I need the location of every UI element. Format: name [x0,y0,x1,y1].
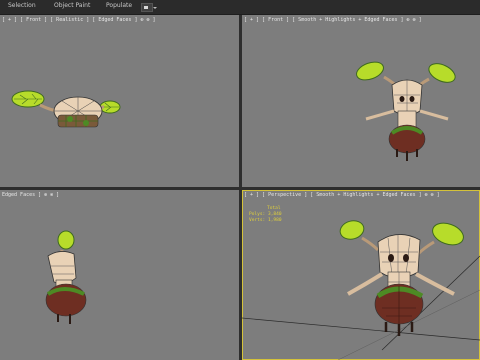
viewport-top-right[interactable]: [ + ] [ Front ] [ Smooth + Highlights + … [242,15,480,187]
viewport-separator-horizontal[interactable] [0,187,480,190]
tree-creature-model [45,230,87,324]
tab-object-paint[interactable]: Object Paint [54,2,90,9]
viewport-bottom-right[interactable]: [ + ] [ Perspective ] [ Smooth + Highlig… [242,190,480,360]
top-toolbar: Selection Object Paint Populate [0,0,480,15]
viewport-display-icon[interactable] [141,3,157,12]
tree-creature-model [242,220,480,360]
tree-creature-model [11,90,121,128]
tab-selection[interactable]: Selection [8,2,36,9]
viewport-bottom-left[interactable]: Edged Faces ] ⊕ ⊗ ] [0,190,239,360]
tree-creature-model [356,61,456,161]
viewport-top-left[interactable]: [ + ] [ Front ] [ Realistic ] [ Edged Fa… [0,15,239,187]
tab-populate[interactable]: Populate [106,2,132,9]
